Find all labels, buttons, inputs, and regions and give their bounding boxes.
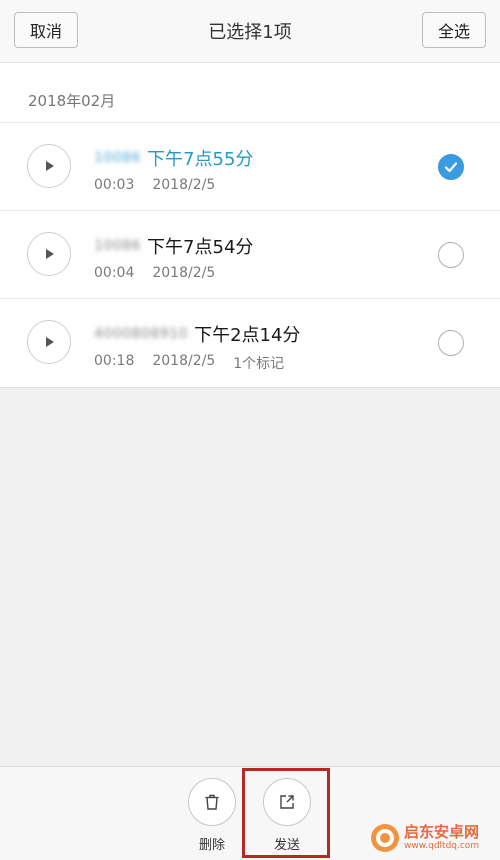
- recording-title: 10086 下午7点54分: [94, 233, 253, 259]
- recording-time-label: 下午2点14分: [194, 325, 301, 346]
- month-group-header: 2018年02月: [28, 92, 116, 110]
- select-all-button[interactable]: 全选: [422, 12, 486, 48]
- delete-circle[interactable]: [188, 778, 236, 826]
- selection-checkbox[interactable]: [438, 242, 464, 268]
- recording-duration: 00:18: [94, 353, 135, 369]
- recording-meta: 00:18 2018/2/5 1个标记: [94, 353, 284, 373]
- recording-time-label: 下午7点55分: [147, 149, 254, 170]
- phone-number-blurred: 4000808910: [94, 326, 189, 342]
- top-bar: 取消 已选择1项 全选: [0, 0, 500, 63]
- trash-icon: [205, 794, 219, 810]
- recording-row[interactable]: 4000808910 下午2点14分 00:18 2018/2/5 1个标记: [0, 298, 500, 386]
- recording-meta: 00:04 2018/2/5: [94, 265, 215, 281]
- recording-row[interactable]: 10086 下午7点54分 00:04 2018/2/5: [0, 210, 500, 298]
- recording-duration: 00:04: [94, 265, 135, 281]
- play-icon: [46, 249, 54, 259]
- recording-duration: 00:03: [94, 177, 135, 193]
- delete-button[interactable]: 删除: [184, 778, 240, 853]
- watermark-logo-icon: [371, 824, 399, 852]
- recording-date: 2018/2/5: [152, 265, 216, 281]
- recording-date: 2018/2/5: [152, 177, 216, 193]
- selection-checkbox[interactable]: [438, 154, 464, 180]
- play-icon: [46, 161, 54, 171]
- highlight-annotation-box: [242, 768, 330, 858]
- site-watermark: 启东安卓网 www.qdltdq.com: [370, 820, 498, 856]
- play-icon: [46, 337, 54, 347]
- phone-number-blurred: 10086: [94, 238, 142, 254]
- phone-number-blurred: 10086: [94, 150, 142, 166]
- recording-title: 10086 下午7点55分: [94, 145, 253, 171]
- recording-date: 2018/2/5: [152, 353, 216, 369]
- selection-checkbox[interactable]: [438, 330, 464, 356]
- recording-marks: 1个标记: [233, 356, 285, 372]
- recording-list: 2018年02月 10086 下午7点55分 00:03 2018/2/5 10…: [0, 63, 500, 388]
- play-button[interactable]: [27, 320, 71, 364]
- watermark-url: www.qdltdq.com: [404, 841, 480, 851]
- play-button[interactable]: [27, 232, 71, 276]
- recording-title: 4000808910 下午2点14分: [94, 321, 300, 347]
- delete-label: 删除: [198, 838, 225, 853]
- watermark-name: 启东安卓网: [404, 823, 480, 841]
- checkmark-icon: [444, 162, 458, 173]
- recording-meta: 00:03 2018/2/5: [94, 177, 215, 193]
- recording-time-label: 下午7点54分: [147, 237, 254, 258]
- play-button[interactable]: [27, 144, 71, 188]
- recording-row[interactable]: 10086 下午7点55分 00:03 2018/2/5: [0, 122, 500, 210]
